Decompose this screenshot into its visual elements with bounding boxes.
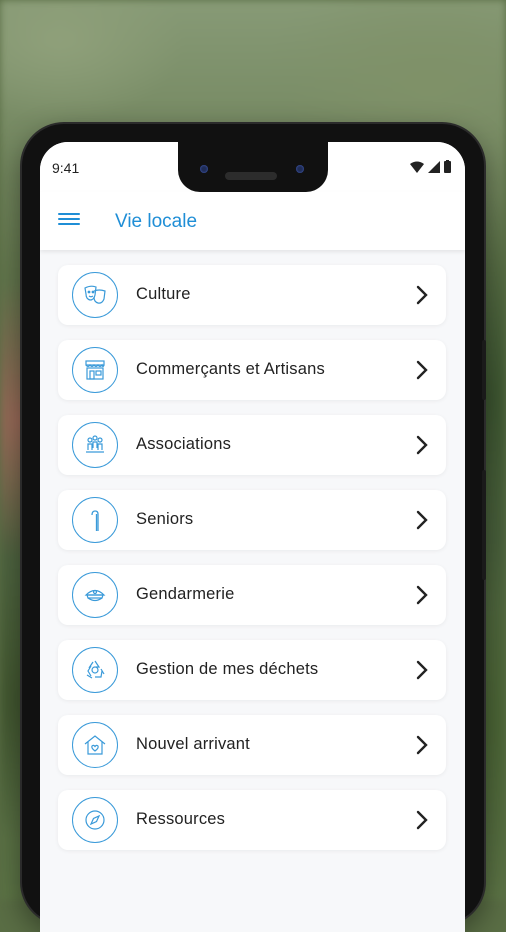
people-group-icon [72,422,118,468]
list-item-label: Ressources [136,810,226,828]
compass-icon [72,797,118,843]
theater-masks-icon [72,272,118,318]
volume-button [482,340,486,400]
list-item-label: Gendarmerie [136,585,235,603]
list-item-label: Seniors [136,510,194,528]
list-item-label: Gestion de mes déchets [136,660,319,678]
list-item-label: Nouvel arrivant [136,735,250,753]
status-icons [410,160,451,173]
list-item-ressources[interactable]: Ressources [58,790,446,850]
list-item-label: Commerçants et Artisans [136,360,325,378]
menu-list: Culture Commerçants et Artisans Associat… [58,265,446,865]
chevron-right-icon [416,735,428,755]
wifi-icon [410,161,424,173]
chevron-right-icon [416,510,428,530]
police-cap-icon [72,572,118,618]
power-button [482,470,486,580]
list-item-culture[interactable]: Culture [58,265,446,325]
list-item-commercants[interactable]: Commerçants et Artisans [58,340,446,400]
home-heart-icon [72,722,118,768]
list-item-seniors[interactable]: Seniors [58,490,446,550]
chevron-right-icon [416,285,428,305]
list-item-dechets[interactable]: Gestion de mes déchets [58,640,446,700]
app-screen: 9:41 Vie locale Culture Commerçants et A… [40,142,465,932]
list-item-label: Culture [136,285,191,303]
list-item-associations[interactable]: Associations [58,415,446,475]
chevron-right-icon [416,360,428,380]
earpiece-speaker [225,172,277,180]
app-bar: Vie locale [40,192,465,250]
front-camera [296,165,304,173]
front-camera [200,165,208,173]
chevron-right-icon [416,810,428,830]
list-item-nouvel-arrivant[interactable]: Nouvel arrivant [58,715,446,775]
battery-icon [444,160,451,173]
chevron-right-icon [416,585,428,605]
chevron-right-icon [416,435,428,455]
page-title: Vie locale [115,211,198,232]
signal-icon [428,160,440,173]
recycle-icon [72,647,118,693]
hamburger-menu-icon[interactable] [58,210,80,232]
chevron-right-icon [416,660,428,680]
storefront-icon [72,347,118,393]
walking-cane-icon [72,497,118,543]
list-item-gendarmerie[interactable]: Gendarmerie [58,565,446,625]
status-time: 9:41 [52,160,80,176]
list-item-label: Associations [136,435,232,453]
